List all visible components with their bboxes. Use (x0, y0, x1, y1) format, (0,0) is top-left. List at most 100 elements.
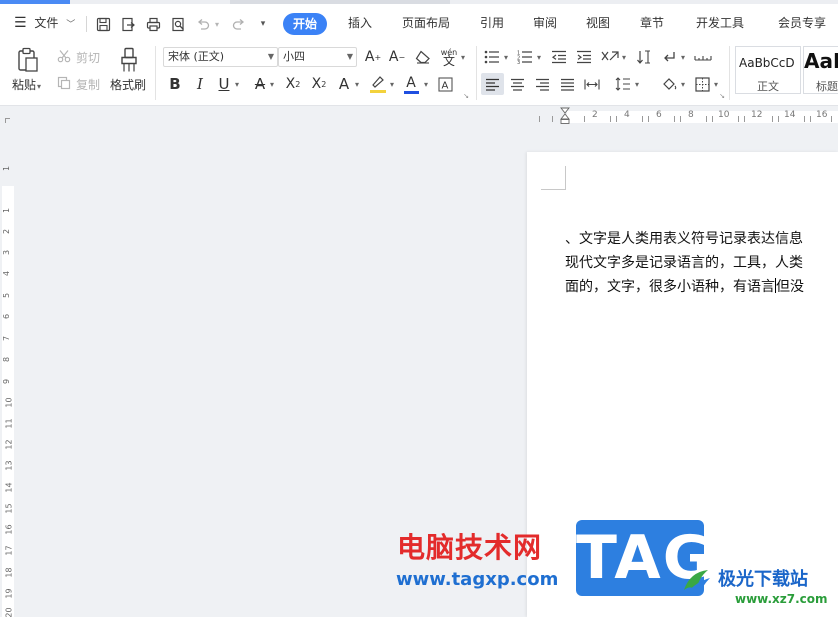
paragraph-line[interactable]: 面的，文字，很多小语种，有语言但没 (565, 276, 804, 296)
style-heading-1[interactable]: AaB 标题 (803, 46, 838, 94)
chevron-down-icon[interactable]: ▾ (353, 76, 361, 92)
bold-icon[interactable]: B (166, 74, 184, 94)
customize-quick-access-icon[interactable]: ▾ (256, 16, 270, 32)
copy-button[interactable]: 复制 (76, 76, 100, 93)
chevron-down-icon[interactable]: ▾ (679, 76, 687, 92)
tab-member[interactable]: 会员专享 (778, 4, 826, 42)
ruler-number: 10 (718, 110, 730, 120)
ruler-number: 7 (2, 335, 12, 342)
format-painter-button[interactable]: 格式刷 (110, 76, 146, 93)
page-corner-mark (541, 166, 566, 190)
ruler-number: 4 (624, 110, 630, 120)
ruler-left-margin-marker (5, 118, 10, 123)
chevron-down-icon[interactable]: ▾ (712, 76, 720, 92)
wen-char: 文 (442, 54, 455, 68)
cut-button[interactable]: 剪切 (76, 49, 100, 66)
chevron-down-icon[interactable]: ▾ (535, 50, 543, 64)
svg-text:3: 3 (517, 60, 520, 64)
style-normal[interactable]: AaBbCcD 正文 (735, 46, 801, 94)
ruler-number: 2 (592, 110, 598, 120)
chevron-down-icon[interactable]: ▾ (268, 76, 276, 92)
ruler-tick (804, 116, 805, 122)
decrease-font-size-icon[interactable]: A − (388, 48, 406, 66)
export-pdf-icon[interactable] (119, 15, 137, 33)
horizontal-ruler[interactable]: 2 4 6 8 10 12 14 16 (0, 107, 838, 125)
distributed-align-icon[interactable] (582, 74, 602, 94)
print-preview-icon[interactable] (169, 15, 187, 33)
chevron-down-icon[interactable]: ▾ (388, 76, 396, 92)
tab-chapter[interactable]: 章节 (640, 4, 664, 42)
shading-icon[interactable] (659, 74, 679, 94)
chevron-down-icon[interactable]: ▾ (459, 50, 467, 64)
align-right-icon[interactable] (532, 74, 552, 94)
ruler-tick (539, 116, 540, 122)
tab-references[interactable]: 引用 (480, 4, 504, 42)
paragraph-line[interactable]: 、文字是人类用表义符号记录表达信息 (565, 228, 803, 248)
highlight-icon[interactable] (368, 73, 388, 95)
ruler-number: 12 (4, 439, 14, 450)
tab-insert[interactable]: 插入 (348, 4, 372, 42)
bullet-list-icon[interactable] (483, 48, 501, 66)
vertical-ruler[interactable]: 1 1 2 3 4 5 6 7 8 9 10 11 12 13 14 15 16… (0, 150, 16, 617)
font-family-select[interactable]: 宋体 (正文) ▼ (163, 47, 278, 67)
tab-view[interactable]: 视图 (586, 4, 610, 42)
ruler-number: 1 (2, 207, 12, 214)
paragraph-line[interactable]: 现代文字多是记录语言的，工具，人类 (565, 252, 803, 272)
undo-dropdown-icon[interactable]: ▾ (212, 16, 222, 32)
borders-icon[interactable] (692, 74, 712, 94)
style-normal-label: 正文 (757, 80, 779, 93)
increase-font-size-icon[interactable]: A + (364, 48, 382, 66)
copy-icon (56, 75, 72, 91)
ruler-number: 16 (816, 110, 828, 120)
style-heading-preview: AaB (804, 49, 838, 73)
phonetic-guide-icon[interactable]: wén 文 (438, 47, 460, 67)
numbered-list-icon[interactable]: 123 (516, 48, 534, 66)
tab-stop-icon[interactable] (693, 48, 713, 66)
character-border-icon[interactable]: A (436, 75, 454, 93)
indent-marker-icon[interactable] (560, 107, 570, 125)
text-effect-icon[interactable]: A (335, 74, 353, 94)
line-spacing-icon[interactable] (613, 74, 633, 94)
paste-icon[interactable] (14, 46, 42, 74)
align-center-icon[interactable] (507, 74, 527, 94)
chevron-down-icon[interactable]: ▾ (233, 76, 241, 92)
font-dialog-launcher-icon[interactable]: ↘ (462, 92, 470, 100)
justify-icon[interactable] (557, 74, 577, 94)
tab-review[interactable]: 审阅 (533, 4, 557, 42)
underline-icon[interactable]: U (215, 74, 233, 94)
chevron-down-icon[interactable]: ▾ (422, 76, 430, 92)
chinese-layout-icon[interactable] (600, 48, 620, 66)
chevron-down-icon[interactable]: ▾ (620, 50, 628, 64)
tab-home[interactable]: 开始 (283, 13, 328, 35)
align-left-icon[interactable] (481, 73, 504, 95)
tab-developer[interactable]: 开发工具 (696, 4, 744, 42)
subscript-icon[interactable]: X2 (309, 74, 329, 94)
sort-icon[interactable] (634, 48, 654, 66)
chevron-down-icon[interactable]: ▾ (633, 76, 641, 92)
chevron-down-icon[interactable]: ▾ (502, 50, 510, 64)
paste-button[interactable]: 粘贴▾ (12, 76, 41, 93)
paragraph-dialog-launcher-icon[interactable]: ↘ (718, 92, 726, 100)
font-color-icon[interactable]: A (402, 73, 420, 95)
print-icon[interactable] (144, 15, 162, 33)
italic-icon[interactable]: I (191, 74, 209, 94)
decrease-indent-icon[interactable] (549, 48, 569, 66)
ruler-tick (674, 116, 675, 122)
ruler-number: 11 (4, 418, 14, 429)
tab-page-layout[interactable]: 页面布局 (402, 4, 450, 42)
ruler-number: 19 (4, 588, 14, 599)
chevron-down-icon[interactable]: ▾ (679, 50, 687, 64)
redo-icon[interactable] (229, 15, 247, 33)
paragraph-mark-icon[interactable] (659, 48, 679, 66)
clear-format-icon[interactable] (413, 48, 433, 66)
increase-indent-icon[interactable] (574, 48, 594, 66)
superscript-icon[interactable]: X2 (283, 74, 303, 94)
font-size-select[interactable]: 小四 ▼ (278, 47, 357, 67)
file-menu-button[interactable]: ☰ 文件 ﹀ (14, 4, 75, 42)
ruler-number: 15 (4, 503, 14, 514)
strikethrough-icon[interactable]: A (251, 74, 269, 94)
ruler-number: 2 (2, 228, 12, 235)
undo-icon[interactable] (194, 15, 212, 33)
format-painter-icon[interactable] (116, 46, 142, 74)
save-icon[interactable] (94, 15, 112, 33)
